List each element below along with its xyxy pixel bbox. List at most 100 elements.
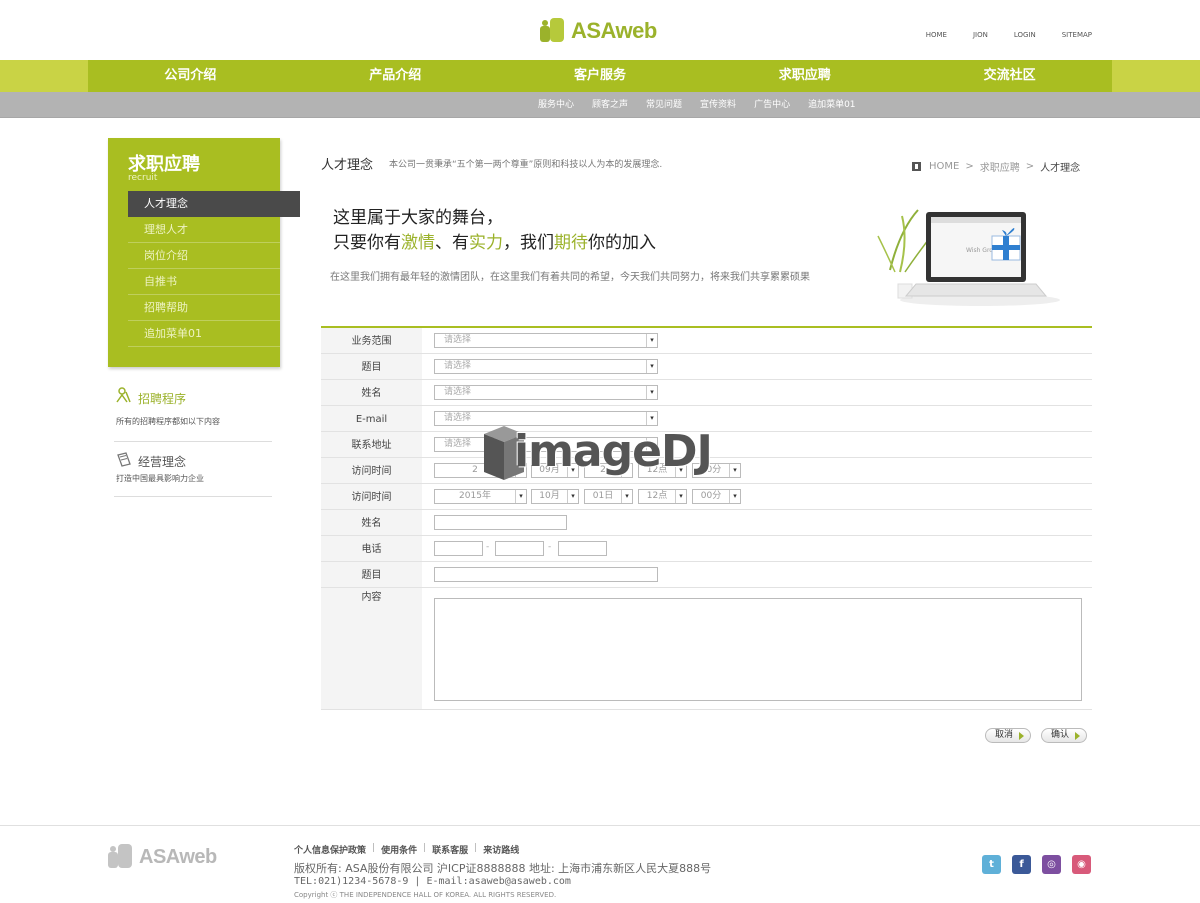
- top-link-login[interactable]: LOGIN: [1014, 31, 1036, 39]
- phone-area-input[interactable]: [434, 541, 483, 556]
- header: ASAweb HOME JION LOGIN SITEMAP: [0, 0, 1200, 60]
- sidebar-item-extra[interactable]: 追加菜单01: [128, 321, 280, 347]
- nav-products[interactable]: 产品介绍: [293, 60, 498, 92]
- top-link-join[interactable]: JION: [973, 31, 988, 39]
- sub-nav: 服务中心 顾客之声 常见问题 宣传资料 广告中心 追加菜单01: [0, 92, 1200, 118]
- sidebar-subtitle: recruit: [128, 173, 158, 183]
- laptop-gift-illustration: Wish Gro: [877, 209, 1060, 306]
- weibo-icon[interactable]: ◉: [1072, 855, 1091, 874]
- watermark-text: imageDJ: [514, 426, 713, 477]
- footer-separator: |: [474, 843, 478, 853]
- breadcrumb-home[interactable]: HOME: [929, 161, 959, 172]
- footer-link-privacy[interactable]: 个人信息保护政策: [294, 843, 366, 856]
- phone-dash: -: [548, 542, 552, 552]
- visit-day-select[interactable]: 01日 ▾: [584, 489, 633, 504]
- name-input[interactable]: [434, 515, 567, 530]
- form-row-subject: 题目 请选择 ▾: [321, 354, 1092, 380]
- section-desc: 所有的招聘程序都如以下内容: [116, 417, 220, 426]
- cancel-button[interactable]: 取消: [985, 728, 1031, 743]
- breadcrumb-separator: >: [1025, 161, 1035, 172]
- logo-mark-icon: [108, 844, 134, 870]
- banner-headline-1: 这里属于大家的舞台，: [333, 208, 503, 228]
- facebook-icon[interactable]: f: [1012, 855, 1031, 874]
- page-description: 本公司一贯秉承“五个第一两个尊重”原则和科技以人为本的发展理念.: [389, 160, 663, 170]
- confirm-button[interactable]: 确认: [1041, 728, 1087, 743]
- top-link-home[interactable]: HOME: [926, 31, 947, 39]
- form-row-business-scope: 业务范围 请选择 ▾: [321, 328, 1092, 354]
- business-scope-select[interactable]: 请选择 ▾: [434, 333, 658, 348]
- breadcrumb-recruit[interactable]: 求职应聘: [980, 159, 1020, 174]
- form-row-visit-time-2: 访问时间 2015年 ▾ 10月 ▾ 01日 ▾ 12点 ▾ 00分 ▾: [321, 484, 1092, 510]
- subnav-item[interactable]: 宣传资料: [700, 92, 736, 118]
- people-icon: [116, 387, 131, 403]
- breadcrumb: HOME > 求职应聘 > 人才理念: [912, 159, 1086, 174]
- home-icon: [912, 162, 921, 171]
- breadcrumb-separator: >: [965, 161, 974, 172]
- sidebar-item-self-recommend[interactable]: 自推书: [128, 269, 280, 295]
- visit-year-select[interactable]: 2015年 ▾: [434, 489, 527, 504]
- logo-text: ASAweb: [571, 18, 657, 43]
- footer-link-terms[interactable]: 使用条件: [381, 843, 417, 856]
- form-row-contact-name: 姓名: [321, 510, 1092, 536]
- nav-service[interactable]: 客户服务: [498, 60, 703, 92]
- sidebar-item-talent-concept[interactable]: 人才理念: [128, 191, 300, 217]
- subnav-item[interactable]: 顾客之声: [592, 92, 628, 118]
- section-desc: 打造中国最具影响力企业: [116, 474, 204, 483]
- field-label: 内容: [321, 588, 422, 709]
- sidebar-item-help[interactable]: 招聘帮助: [128, 295, 280, 321]
- chevron-down-icon: ▾: [646, 360, 657, 373]
- subnav-item[interactable]: 追加菜单01: [808, 92, 855, 118]
- watermark: imageDJ: [480, 420, 720, 486]
- form-row-title: 题目: [321, 562, 1092, 588]
- business-philosophy-section[interactable]: 经营理念 打造中国最具影响力企业: [114, 450, 272, 497]
- sidebar-item-positions[interactable]: 岗位介绍: [128, 243, 280, 269]
- page-title: 人才理念: [321, 158, 374, 173]
- chevron-down-icon: ▾: [646, 386, 657, 399]
- phone-number-input[interactable]: [558, 541, 607, 556]
- footer-contact: TEL:021)1234-5678-9 | E-mail:asaweb@asaw…: [294, 876, 571, 887]
- field-label: 姓名: [321, 380, 422, 405]
- subnav-item[interactable]: 服务中心: [538, 92, 574, 118]
- form-row-content: 内容: [321, 588, 1092, 710]
- chevron-down-icon: ▾: [646, 334, 657, 347]
- sidebar-item-ideal-talent[interactable]: 理想人才: [128, 217, 280, 243]
- field-label: 题目: [321, 562, 422, 587]
- visit-hour-select[interactable]: 12点 ▾: [638, 489, 687, 504]
- chevron-down-icon: ▾: [729, 490, 740, 503]
- subject-select[interactable]: 请选择 ▾: [434, 359, 658, 374]
- top-link-sitemap[interactable]: SITEMAP: [1062, 31, 1092, 39]
- phone-prefix-input[interactable]: [495, 541, 544, 556]
- footer-small-copyright: Copyright ⓒ THE INDEPENDENCE HALL OF KOR…: [294, 891, 557, 899]
- twitter-icon[interactable]: t: [982, 855, 1001, 874]
- chevron-down-icon: ▾: [515, 490, 526, 503]
- arrow-right-icon: [1075, 732, 1080, 740]
- recruit-process-section[interactable]: 招聘程序 所有的招聘程序都如以下内容: [114, 385, 272, 442]
- chevron-down-icon: ▾: [675, 490, 686, 503]
- visit-month-select[interactable]: 10月 ▾: [531, 489, 579, 504]
- footer-link-support[interactable]: 联系客服: [432, 843, 468, 856]
- field-label: 业务范围: [321, 328, 422, 353]
- logo[interactable]: ASAweb: [540, 18, 657, 44]
- content-textarea[interactable]: [434, 598, 1082, 701]
- banner-headline-2: 只要你有激情、有实力，我们期待你的加入: [333, 233, 656, 253]
- field-label: 访问时间: [321, 484, 422, 509]
- visit-minute-select[interactable]: 00分 ▾: [692, 489, 741, 504]
- sidebar-box: 求职应聘 recruit 人才理念 理想人才 岗位介绍 自推书 招聘帮助 追加菜…: [108, 138, 300, 367]
- title-input[interactable]: [434, 567, 658, 582]
- section-title: 经营理念: [138, 455, 187, 469]
- footer-link-directions[interactable]: 来访路线: [483, 843, 519, 856]
- nav-company[interactable]: 公司介绍: [88, 60, 293, 92]
- footer: ASAweb 个人信息保护政策 | 使用条件 | 联系客服 | 来访路线 版权所…: [0, 825, 1200, 903]
- application-form: 业务范围 请选择 ▾ 题目 请选择 ▾ 姓名 请选择 ▾ E-mail 请选择 ▾ 联系…: [321, 326, 1092, 710]
- banner-description: 在这里我们拥有最年轻的激情团队，在这里我们有着共同的希望，今天我们共同努力，将来…: [330, 272, 810, 283]
- subnav-item[interactable]: 常见问题: [646, 92, 682, 118]
- field-label: 题目: [321, 354, 422, 379]
- instagram-icon[interactable]: ◎: [1042, 855, 1061, 874]
- name-select[interactable]: 请选择 ▾: [434, 385, 658, 400]
- nav-community[interactable]: 交流社区: [907, 60, 1112, 92]
- subnav-item[interactable]: 广告中心: [754, 92, 790, 118]
- chevron-down-icon: ▾: [729, 464, 740, 477]
- nav-recruit[interactable]: 求职应聘: [702, 60, 907, 92]
- chevron-down-icon: ▾: [567, 490, 578, 503]
- form-row-phone: 电话 - -: [321, 536, 1092, 562]
